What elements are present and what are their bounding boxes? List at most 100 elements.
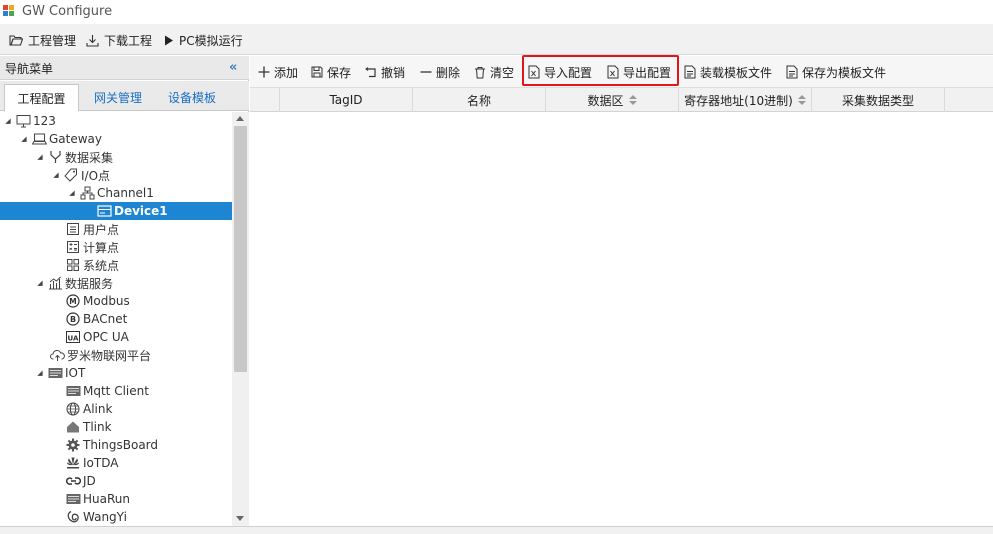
save-button[interactable]: 保存 xyxy=(311,64,351,80)
tree-node-channel1[interactable]: ◢ Channel1 xyxy=(0,184,232,202)
download-icon xyxy=(86,34,99,47)
tree-node-romi-iot-platform[interactable]: 罗米物联网平台 xyxy=(0,346,232,364)
tree-expanded-arrow-icon[interactable]: ◢ xyxy=(4,117,12,125)
server-icon xyxy=(66,492,81,506)
tab-device-template[interactable]: 设备模板 xyxy=(156,84,228,111)
tree-node-tlink[interactable]: Tlink xyxy=(0,418,232,436)
grid-header: TagID 名称 数据区 寄存器地址(10进制) 采集数据类型 xyxy=(250,87,993,112)
sidebar-title: 导航菜单 xyxy=(5,62,54,76)
file-icon xyxy=(786,65,798,79)
undo-button[interactable]: 撤销 xyxy=(365,64,405,80)
tree-expanded-arrow-icon[interactable]: ◢ xyxy=(20,135,28,143)
tree-node-system-points[interactable]: 系统点 xyxy=(0,256,232,274)
tree-node-label: Device1 xyxy=(114,204,168,218)
button-label: 清空 xyxy=(490,65,515,80)
sort-icon[interactable] xyxy=(797,95,806,105)
svg-text:B: B xyxy=(70,315,76,324)
server-icon xyxy=(66,384,81,398)
tree-node-device1[interactable]: Device1 xyxy=(0,202,232,220)
house-icon xyxy=(66,420,81,434)
tree-node-123[interactable]: ◢ 123 xyxy=(0,112,232,130)
scrollbar-thumb[interactable] xyxy=(234,126,247,372)
tree-expanded-arrow-icon[interactable]: ◢ xyxy=(36,153,44,161)
tree-node-label: 系统点 xyxy=(83,258,120,273)
tree-node-gateway[interactable]: ◢ Gateway xyxy=(0,130,232,148)
scroll-down-arrow-icon[interactable] xyxy=(236,516,244,521)
tree-scrollbar[interactable] xyxy=(232,112,249,526)
tree-node-calc-points[interactable]: 计算点 xyxy=(0,238,232,256)
tree-node-modbus[interactable]: M Modbus xyxy=(0,292,232,310)
tree-expanded-arrow-icon[interactable]: ◢ xyxy=(68,189,76,197)
sidebar-header: 导航菜单 « xyxy=(0,56,249,80)
column-header-rownum[interactable] xyxy=(250,88,280,112)
column-label: TagID xyxy=(329,93,363,107)
tree-node-wangyi[interactable]: WangYi xyxy=(0,508,232,526)
cloud-upload-icon xyxy=(50,348,65,362)
tree-node-iot[interactable]: ◢ IOT xyxy=(0,364,232,382)
tree-node-alink[interactable]: Alink xyxy=(0,400,232,418)
tree-expanded-arrow-icon[interactable]: ◢ xyxy=(36,279,44,287)
column-label: 数据区 xyxy=(587,93,624,108)
list-icon xyxy=(66,222,81,236)
tree-node-label: 用户点 xyxy=(83,222,120,237)
tree-node-label: HuaRun xyxy=(83,492,130,506)
column-header-data-type[interactable]: 采集数据类型 xyxy=(812,88,945,112)
tree-node-label: IOT xyxy=(65,366,86,380)
bacnet-icon: B xyxy=(66,312,81,326)
menu-project-management[interactable]: 工程管理 xyxy=(9,31,76,49)
svg-text:UA: UA xyxy=(68,335,79,343)
tree-node-thingsboard[interactable]: ThingsBoard xyxy=(0,436,232,454)
calculator-icon xyxy=(66,240,81,254)
tree-node-label: Gateway xyxy=(49,132,103,146)
column-header-name[interactable]: 名称 xyxy=(413,88,546,112)
chart-icon xyxy=(48,276,63,290)
tree-expanded-arrow-icon[interactable]: ◢ xyxy=(36,369,44,377)
add-button[interactable]: 添加 xyxy=(258,64,298,80)
column-header-data-area[interactable]: 数据区 xyxy=(546,88,679,112)
play-icon xyxy=(165,35,173,45)
button-label: 保存为模板文件 xyxy=(802,65,887,80)
tree-node-huarun[interactable]: HuaRun xyxy=(0,490,232,508)
column-label: 寄存器地址(10进制) xyxy=(684,93,793,108)
opcua-icon: UA xyxy=(66,330,81,344)
tree-node-label: 数据服务 xyxy=(65,276,114,291)
sort-icon[interactable] xyxy=(628,95,637,105)
status-bar xyxy=(0,526,993,534)
tree-node-label: Alink xyxy=(83,402,113,416)
column-header-tagid[interactable]: TagID xyxy=(280,88,413,112)
tree-node-mqtt-client[interactable]: Mqtt Client xyxy=(0,382,232,400)
tree-expanded-arrow-icon[interactable]: ◢ xyxy=(52,171,60,179)
tree-node-label: Channel1 xyxy=(97,186,154,200)
button-label: 装载模板文件 xyxy=(700,65,773,80)
save-as-template-button[interactable]: 保存为模板文件 xyxy=(786,64,886,80)
menu-label: PC模拟运行 xyxy=(179,33,243,48)
wangyi-icon xyxy=(66,510,81,524)
load-template-button[interactable]: 装载模板文件 xyxy=(684,64,772,80)
menu-pc-simulation[interactable]: PC模拟运行 xyxy=(164,31,243,49)
device-icon xyxy=(97,204,112,218)
tree-node-data-collection[interactable]: ◢ 数据采集 xyxy=(0,148,232,166)
sidebar-tabs: 工程配置 网关管理 设备模板 xyxy=(0,81,249,112)
tab-project-config[interactable]: 工程配置 xyxy=(4,84,79,112)
double-chevron-left-icon[interactable]: « xyxy=(229,60,237,75)
clear-button[interactable]: 清空 xyxy=(474,64,514,80)
tree-node-data-service[interactable]: ◢ 数据服务 xyxy=(0,274,232,292)
tab-gateway-management[interactable]: 网关管理 xyxy=(82,84,154,111)
app-logo-icon xyxy=(3,5,15,17)
column-header-register-address[interactable]: 寄存器地址(10进制) xyxy=(679,88,812,112)
server-icon xyxy=(48,366,63,380)
delete-button[interactable]: 删除 xyxy=(420,64,460,80)
tree-node-jd[interactable]: JD xyxy=(0,472,232,490)
tree-node-label: JD xyxy=(83,474,96,488)
save-icon xyxy=(311,65,323,79)
menu-download-project[interactable]: 下载工程 xyxy=(86,31,152,49)
tree-node-bacnet[interactable]: B BACnet xyxy=(0,310,232,328)
tree-node-opcua[interactable]: UA OPC UA xyxy=(0,328,232,346)
tree-node-iotda[interactable]: IoTDA xyxy=(0,454,232,472)
tree-node-io-points[interactable]: ◢ I/O点 xyxy=(0,166,232,184)
grid-body[interactable] xyxy=(250,112,993,526)
tree-node-label: Mqtt Client xyxy=(83,384,149,398)
scroll-up-arrow-icon[interactable] xyxy=(236,116,244,121)
grid-icon xyxy=(66,258,81,272)
tree-node-user-points[interactable]: 用户点 xyxy=(0,220,232,238)
